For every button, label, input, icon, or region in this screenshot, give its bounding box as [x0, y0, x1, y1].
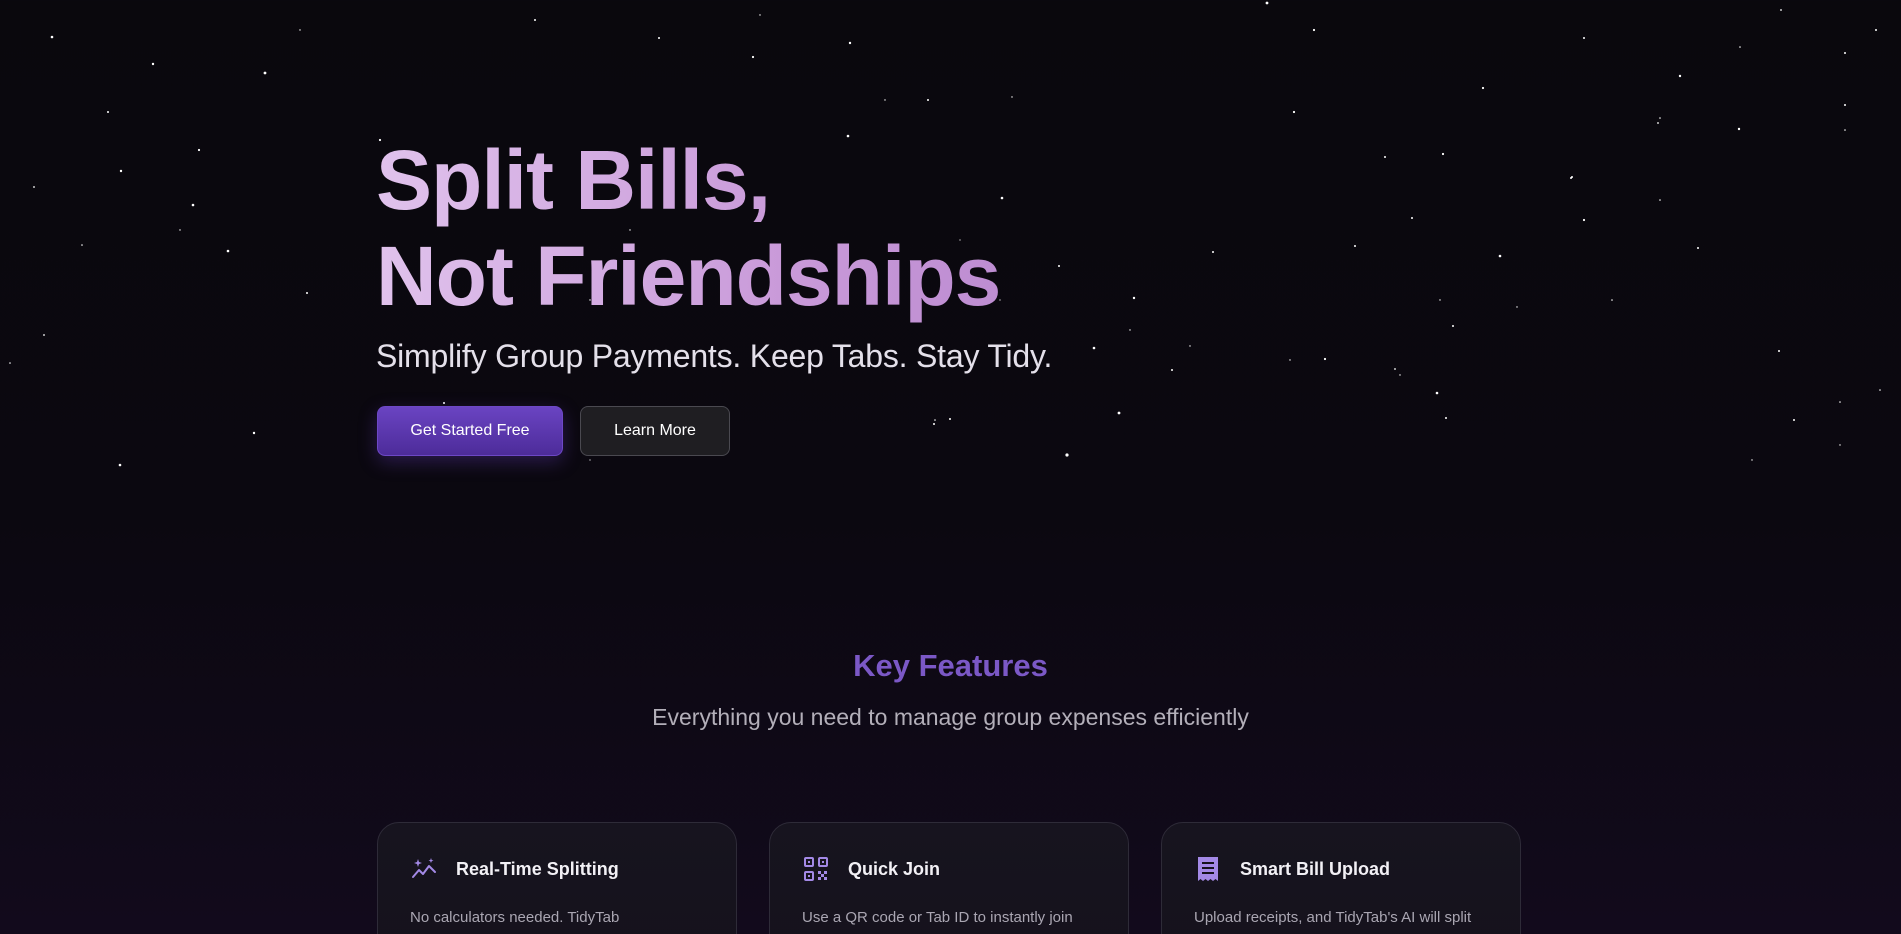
- feature-card-description: Upload receipts, and TidyTab's AI will s…: [1194, 909, 1472, 926]
- learn-more-button[interactable]: Learn More: [580, 406, 730, 456]
- features-heading: Key Features: [853, 648, 1048, 683]
- feature-card-description: No calculators needed. TidyTab: [410, 909, 620, 926]
- feature-card-title: Smart Bill Upload: [1240, 858, 1391, 879]
- feature-card-smart-bill-upload: Smart Bill Upload Upload receipts, and T…: [1161, 822, 1521, 934]
- hero-title-line-1: Split Bills,: [376, 133, 771, 227]
- features-subheading: Everything you need to manage group expe…: [652, 704, 1249, 730]
- get-started-button[interactable]: Get Started Free: [377, 406, 563, 456]
- receipt-icon: [1194, 855, 1222, 883]
- hero-section: Split Bills, Not Friendships Simplify Gr…: [376, 132, 1052, 375]
- hero-subtitle: Simplify Group Payments. Keep Tabs. Stay…: [376, 338, 1053, 374]
- feature-card-title: Quick Join: [848, 858, 941, 879]
- feature-cards: Real-Time Splitting No calculators neede…: [377, 822, 1521, 934]
- feature-card-description: Use a QR code or Tab ID to instantly joi…: [802, 909, 1073, 926]
- hero-buttons: Get Started Free Learn More: [377, 406, 730, 456]
- feature-card-real-time-splitting: Real-Time Splitting No calculators neede…: [377, 822, 737, 934]
- sparkle-chart-icon: [410, 855, 438, 883]
- hero-title: Split Bills, Not Friendships: [376, 132, 1052, 324]
- feature-card-quick-join: Quick Join Use a QR code or Tab ID to in…: [769, 822, 1129, 934]
- hero-title-line-2: Not Friendships: [376, 229, 1001, 323]
- qr-code-icon: [802, 855, 830, 883]
- feature-card-title: Real-Time Splitting: [456, 858, 619, 879]
